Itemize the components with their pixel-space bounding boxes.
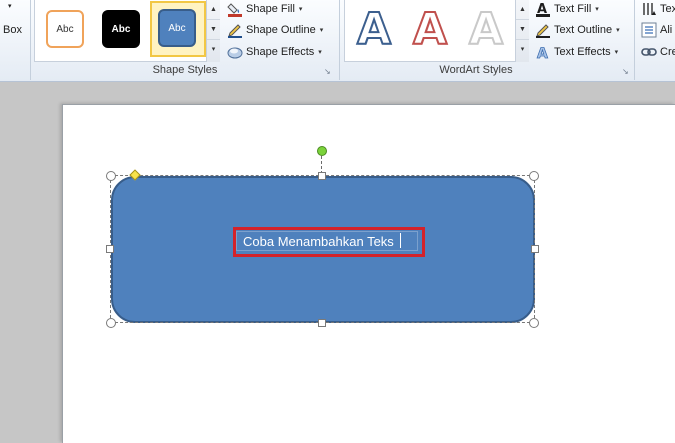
shape-styles-gallery: Abc Abc Abc ▲ ▼ ▾ <box>34 0 220 62</box>
rotation-handle-icon[interactable] <box>317 146 327 156</box>
dropdown-arrow-icon: ▾ <box>318 49 322 56</box>
resize-handle-bottom-left[interactable] <box>106 318 116 328</box>
wordart-styles-group-label: WordArt Styles <box>439 64 513 76</box>
gallery-more-icon[interactable]: ▾ <box>207 40 220 60</box>
gallery-scroll-up-icon[interactable]: ▲ <box>516 0 529 20</box>
resize-handle-top-left[interactable] <box>106 171 116 181</box>
shape-style-swatch-orange-outline[interactable]: Abc <box>46 10 84 48</box>
text-outline-icon <box>535 22 551 38</box>
text-direction-icon <box>641 1 657 17</box>
shape-text[interactable]: Coba Menambahkan Teks <box>236 231 418 251</box>
gallery-scroll: ▲ ▼ ▾ <box>206 0 220 62</box>
text-outline-label: Text Outline <box>554 24 613 36</box>
align-text-icon <box>641 22 657 38</box>
gallery-scroll-down-icon[interactable]: ▼ <box>516 20 529 40</box>
group-separator <box>634 0 635 80</box>
create-link-icon <box>641 44 657 60</box>
gallery-scroll: ▲ ▼ ▾ <box>515 0 529 62</box>
group-separator <box>339 0 340 80</box>
text-fill-label: Text Fill <box>554 3 592 15</box>
shape-outline-button[interactable]: Shape Outline ▾ <box>227 21 323 39</box>
shape-effects-label: Shape Effects <box>246 46 315 58</box>
pencil-outline-icon <box>227 22 243 38</box>
resize-handle-top[interactable] <box>318 172 326 180</box>
dropdown-arrow-icon: ▾ <box>319 27 324 34</box>
dropdown-arrow-icon: ▾ <box>616 27 620 34</box>
text-effects-label: Text Effects <box>554 46 611 58</box>
paint-bucket-icon <box>227 1 243 17</box>
create-link-button[interactable]: Cre <box>641 43 675 61</box>
ribbon: ▾ Box Abc Abc Abc ▲ ▼ ▾ Shape Fill ▾ Sha… <box>0 0 675 82</box>
shape-style-swatch-black[interactable]: Abc <box>102 10 140 48</box>
resize-handle-bottom[interactable] <box>318 319 326 327</box>
shape-styles-dialog-launcher-icon[interactable]: ↘ <box>324 68 332 76</box>
shape-effects-icon <box>227 44 243 60</box>
align-text-label: Ali <box>660 24 673 36</box>
wordart-style-red-outline[interactable]: A <box>409 7 451 53</box>
resize-handle-top-right[interactable] <box>529 171 539 181</box>
gallery-scroll-up-icon[interactable]: ▲ <box>207 0 220 20</box>
text-cursor <box>400 233 401 248</box>
text-fill-button[interactable]: A Text Fill ▾ <box>535 0 599 18</box>
shape-styles-group-label: Shape Styles <box>152 64 218 76</box>
align-text-button[interactable]: Ali <box>641 21 672 39</box>
wordart-style-blue-outline[interactable]: A <box>353 7 395 53</box>
create-link-label: Cre <box>660 46 675 58</box>
shape-fill-label: Shape Fill <box>246 3 295 15</box>
text-effects-button[interactable]: A Text Effects ▾ <box>535 43 619 63</box>
group-separator <box>30 0 31 80</box>
shape-outline-label: Shape Outline <box>246 24 316 36</box>
dropdown-arrow-icon: ▾ <box>614 49 619 56</box>
dropdown-arrow[interactable]: ▾ <box>8 2 12 10</box>
text-direction-button[interactable]: Tex <box>641 0 675 18</box>
resize-handle-right[interactable] <box>531 245 539 253</box>
resize-handle-bottom-right[interactable] <box>529 318 539 328</box>
shape-fill-button[interactable]: Shape Fill ▾ <box>227 0 302 18</box>
shape-effects-button[interactable]: Shape Effects ▾ <box>227 43 322 61</box>
wordart-styles-dialog-launcher-icon[interactable]: ↘ <box>622 68 630 76</box>
text-fill-icon: A <box>535 1 551 17</box>
wordart-styles-gallery: A A A ▲ ▼ ▾ <box>344 0 529 62</box>
text-effects-icon: A <box>535 44 551 63</box>
wordart-style-gray-outline[interactable]: A <box>465 7 507 53</box>
gallery-scroll-down-icon[interactable]: ▼ <box>207 20 220 40</box>
text-box-command[interactable]: Box <box>3 24 22 36</box>
text-direction-label: Tex <box>660 3 675 15</box>
dropdown-arrow-icon: ▾ <box>595 6 599 13</box>
dropdown-arrow-icon: ▾ <box>298 6 303 13</box>
text-outline-button[interactable]: Text Outline ▾ <box>535 21 620 39</box>
gallery-more-icon[interactable]: ▾ <box>516 40 529 60</box>
shape-style-swatch-blue[interactable]: Abc <box>158 9 196 47</box>
svg-text:A: A <box>537 46 548 60</box>
resize-handle-left[interactable] <box>106 245 114 253</box>
